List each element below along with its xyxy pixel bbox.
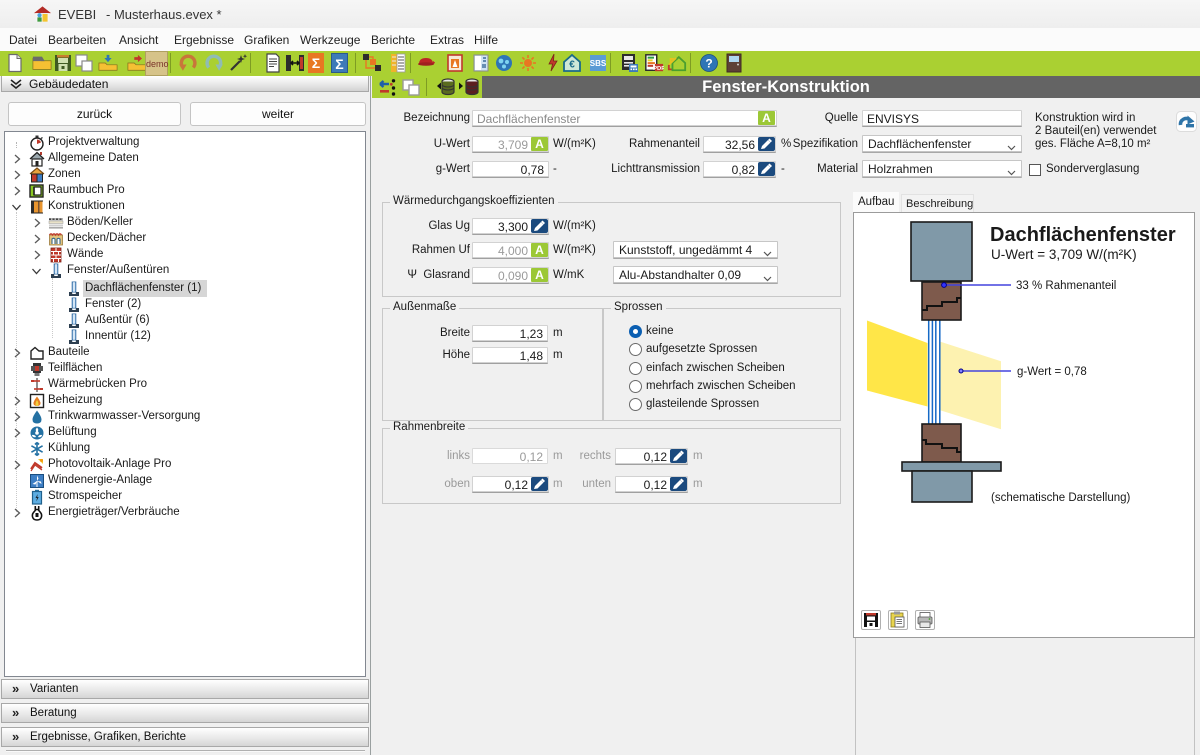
svg-text:?: ? <box>705 57 712 71</box>
svg-text:€: € <box>569 60 575 71</box>
svg-text:SBS: SBS <box>590 59 607 68</box>
svg-text:g-Wert = 0,78: g-Wert = 0,78 <box>1017 366 1087 378</box>
svg-text:(schematische Darstellung): (schematische Darstellung) <box>991 492 1131 504</box>
svg-text:33 % Rahmenanteil: 33 % Rahmenanteil <box>1016 280 1116 292</box>
svg-text:PDF: PDF <box>653 66 664 72</box>
